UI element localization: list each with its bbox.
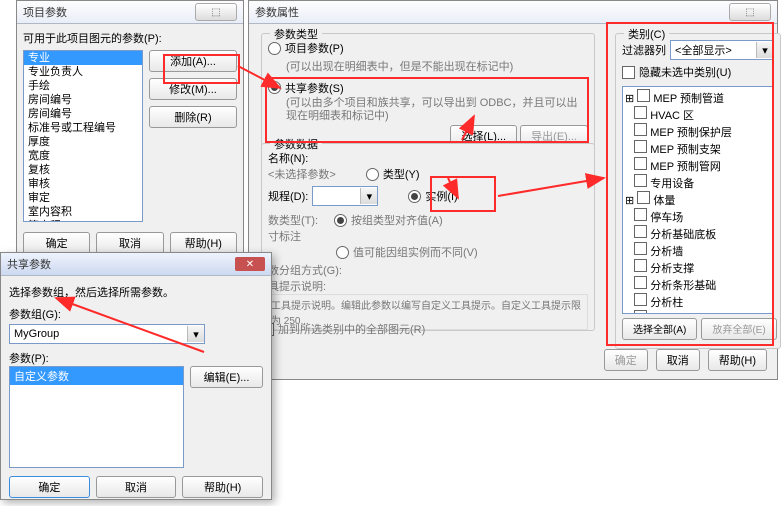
- category-item[interactable]: 停车场: [625, 208, 771, 225]
- paramtype-label: 数类型(T):: [268, 212, 324, 228]
- group-title: 参数数据: [270, 136, 322, 152]
- shared-params-dialog: 共享参数 ✕ 选择参数组，然后选择所需参数。 参数组(G): MyGroup▾ …: [0, 252, 272, 500]
- titlebar: 参数属性 ⬚: [249, 1, 777, 24]
- param-props-dialog: 参数属性 ⬚ 参数类型 项目参数(P) (可以出现在明细表中，但是不能出现在标记…: [248, 0, 778, 380]
- group-title: 类别(C): [624, 26, 669, 42]
- help-button[interactable]: 帮助(H): [170, 232, 237, 254]
- add-all-check[interactable]: 加到所选类别中的全部图元(R): [261, 321, 425, 337]
- filter-label: 过滤器列: [622, 42, 666, 58]
- type-radio[interactable]: 类型(Y): [366, 166, 420, 182]
- close-icon[interactable]: ✕: [235, 257, 265, 271]
- params-list[interactable]: 自定义参数: [9, 366, 184, 468]
- project-params-dialog: 项目参数 ⬚ 可用于此项目图元的参数(P): 专业专业负责人手绘房间编号房间编号…: [16, 0, 244, 268]
- category-item[interactable]: MEP 预制支架: [625, 140, 771, 157]
- instance-radio[interactable]: 实例(I): [408, 188, 457, 204]
- close-icon[interactable]: ⬚: [195, 3, 237, 21]
- cancel-button[interactable]: 取消: [96, 476, 177, 498]
- select-all-button[interactable]: 选择全部(A): [622, 318, 697, 340]
- name-label: 名称(N):: [268, 150, 588, 166]
- group-title: 参数类型: [270, 26, 322, 42]
- list-item[interactable]: 专业负责人: [24, 65, 142, 79]
- list-item[interactable]: 自定义参数: [10, 367, 183, 385]
- close-icon[interactable]: ⬚: [729, 3, 771, 21]
- category-item[interactable]: 分析柱: [625, 293, 771, 310]
- category-item[interactable]: 分析条形基础: [625, 276, 771, 293]
- list-item[interactable]: 复核: [24, 163, 142, 177]
- category-item[interactable]: 分析墙: [625, 242, 771, 259]
- list-item[interactable]: 审定: [24, 191, 142, 205]
- param-type-group: 参数类型 项目参数(P) (可以出现在明细表中，但是不能出现在标记中) 共享参数…: [261, 33, 595, 151]
- project-param-hint: (可以出现在明细表中，但是不能出现在标记中): [286, 58, 588, 74]
- delete-button[interactable]: 删除(R): [149, 106, 237, 128]
- edit-button[interactable]: 编辑(E)...: [190, 366, 263, 388]
- add-button[interactable]: 添加(A)...: [149, 50, 237, 72]
- param-list[interactable]: 专业专业负责人手绘房间编号房间编号标准号或工程编号厚度宽度复核审核审定室内容积等…: [23, 50, 143, 222]
- list-item[interactable]: 厚度: [24, 135, 142, 149]
- category-item[interactable]: 分析梁: [625, 310, 771, 314]
- tooltip-label: 具提示说明:: [268, 278, 588, 294]
- group-combo[interactable]: MyGroup▾: [9, 324, 205, 344]
- list-item[interactable]: 等高程: [24, 219, 142, 222]
- list-item[interactable]: 标准号或工程编号: [24, 121, 142, 135]
- titlebar: 共享参数 ✕: [1, 253, 271, 276]
- groupby-label: 数分组方式(G):: [268, 262, 588, 278]
- param-data-group: 参数数据 名称(N): <未选择参数> 类型(Y) 规程(D):▾ 实例(I) …: [261, 143, 595, 331]
- category-item[interactable]: 分析基础底板: [625, 225, 771, 242]
- category-group: 类别(C) 过滤器列 <全部显示>▾ 隐藏未选中类别(U) ⊞ MEP 预制管道…: [615, 33, 781, 349]
- category-item[interactable]: ⊞ MEP 预制管道: [625, 89, 771, 106]
- dialog-title: 参数属性: [255, 4, 299, 20]
- hide-check[interactable]: 隐藏未选中类别(U): [622, 64, 731, 80]
- list-item[interactable]: 手绘: [24, 79, 142, 93]
- shared-param-hint: (可以由多个项目和族共享，可以导出到 ODBC，并且可以出现在明细表和标记中): [286, 97, 588, 123]
- desc-label: 选择参数组，然后选择所需参数。: [9, 284, 263, 300]
- category-item[interactable]: 分析支撑: [625, 259, 771, 276]
- group-label: 参数组(G):: [9, 306, 263, 322]
- list-item[interactable]: 宽度: [24, 149, 142, 163]
- titlebar: 项目参数 ⬚: [17, 1, 243, 24]
- ok-button[interactable]: 确定: [23, 232, 90, 254]
- shared-param-radio[interactable]: 共享参数(S): [268, 80, 344, 96]
- list-item[interactable]: 室内容积: [24, 205, 142, 219]
- help-button[interactable]: 帮助(H): [182, 476, 263, 498]
- category-item[interactable]: MEP 预制管网: [625, 157, 771, 174]
- params-label: 参数(P):: [9, 350, 263, 366]
- align-radio[interactable]: 按组类型对齐值(A): [334, 212, 443, 228]
- list-item[interactable]: 审核: [24, 177, 142, 191]
- category-item[interactable]: MEP 预制保护层: [625, 123, 771, 140]
- unit-label: 寸标注: [268, 228, 588, 244]
- vary-radio[interactable]: 值可能因组实例而不同(V): [336, 244, 478, 260]
- desc-label: 可用于此项目图元的参数(P):: [23, 30, 237, 46]
- modify-button[interactable]: 修改(M)...: [149, 78, 237, 100]
- filter-combo[interactable]: <全部显示>▾: [670, 40, 774, 60]
- spec-combo[interactable]: ▾: [312, 186, 378, 206]
- cancel-button[interactable]: 取消: [96, 232, 163, 254]
- category-item[interactable]: HVAC 区: [625, 106, 771, 123]
- ok-button[interactable]: 确定: [9, 476, 90, 498]
- category-list[interactable]: ⊞ MEP 预制管道 HVAC 区 MEP 预制保护层 MEP 预制支架 MEP…: [622, 86, 774, 314]
- list-item[interactable]: 房间编号: [24, 107, 142, 121]
- dialog-title: 共享参数: [7, 256, 51, 272]
- category-item[interactable]: ⊞ 体量: [625, 191, 771, 208]
- ok-button[interactable]: 确定: [604, 349, 648, 371]
- category-item[interactable]: 专用设备: [625, 174, 771, 191]
- cancel-button[interactable]: 取消: [656, 349, 700, 371]
- project-param-radio[interactable]: 项目参数(P): [268, 40, 344, 56]
- list-item[interactable]: 专业: [24, 51, 142, 65]
- deselect-all-button[interactable]: 放弃全部(E): [701, 318, 776, 340]
- dialog-title: 项目参数: [23, 4, 67, 20]
- spec-label: 规程(D):: [268, 188, 308, 204]
- help-button[interactable]: 帮助(H): [708, 349, 767, 371]
- list-item[interactable]: 房间编号: [24, 93, 142, 107]
- name-value: <未选择参数>: [268, 166, 336, 182]
